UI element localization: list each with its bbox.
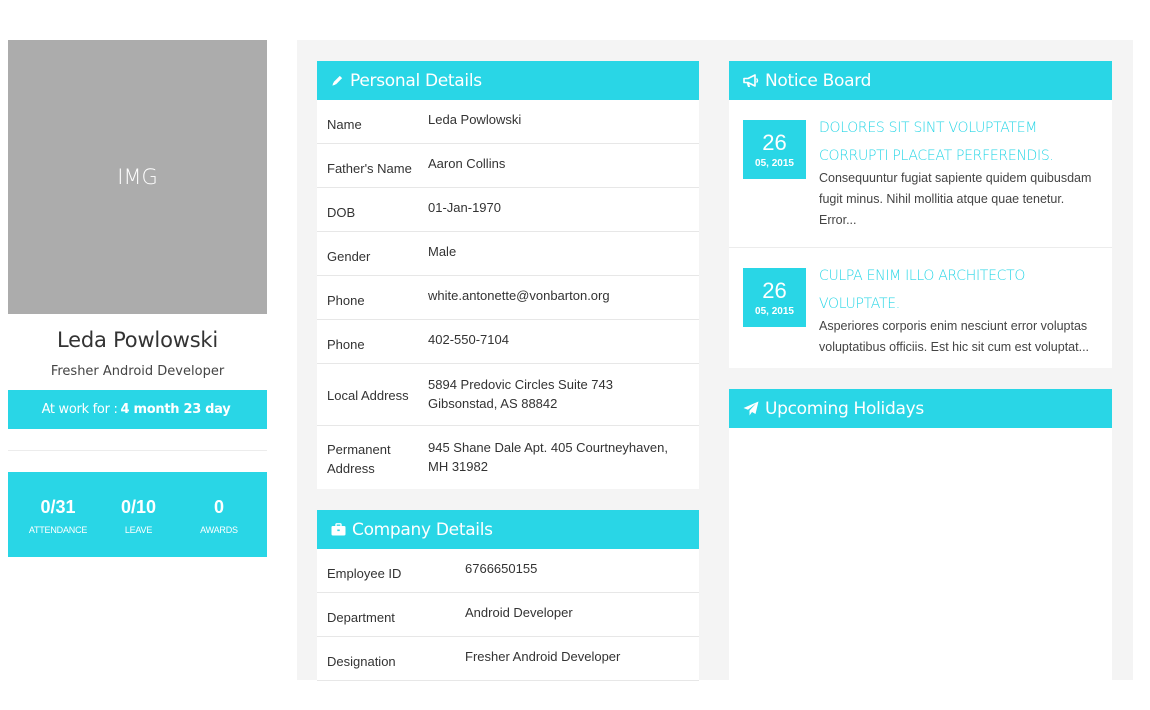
detail-key: Permanent Address <box>327 442 391 476</box>
notice-title-link[interactable]: CULPA ENIM ILLO ARCHITECTO VOLUPTATE. <box>819 262 1098 318</box>
stat-value: 0/31 <box>40 497 76 517</box>
briefcase-icon <box>331 523 346 536</box>
megaphone-icon <box>743 73 759 87</box>
notice-content: CULPA ENIM ILLO ARCHITECTO VOLUPTATE. As… <box>819 268 1098 358</box>
notice-item[interactable]: 26 05, 2015 CULPA ENIM ILLO ARCHITECTO V… <box>729 248 1112 358</box>
stat-value: 0 <box>213 497 224 517</box>
notice-date-badge: 26 05, 2015 <box>743 268 806 327</box>
pencil-icon <box>332 75 343 86</box>
panel-title: Upcoming Holidays <box>765 398 924 419</box>
detail-row: Father's Name Aaron Collins <box>317 144 699 188</box>
detail-row: Department Android Developer <box>317 593 699 637</box>
notice-content: DOLORES SIT SINT VOLUPTATEM CORRUPTI PLA… <box>819 120 1098 247</box>
notice-day: 26 <box>762 277 787 303</box>
detail-key: Gender <box>327 249 371 264</box>
notice-day: 26 <box>762 129 787 155</box>
detail-value: 6766650155 <box>465 561 538 576</box>
detail-row: Phone white.antonette@vonbarton.org <box>317 276 699 320</box>
detail-key: Employee ID <box>327 566 402 581</box>
profile-role: Fresher Android Developer <box>50 364 225 379</box>
company-details-header: Company Details <box>317 510 699 549</box>
detail-row: Employee ID 6766650155 <box>317 549 699 593</box>
detail-value: Fresher Android Developer <box>465 649 621 664</box>
work-duration-label: At work for : <box>41 402 118 417</box>
stat-label: ATTENDANCE <box>28 525 88 535</box>
detail-key: Department <box>327 610 395 625</box>
upcoming-holidays-panel: Upcoming Holidays <box>729 389 1112 689</box>
personal-details-header: Personal Details <box>317 61 699 100</box>
detail-value: 945 Shane Dale Apt. 405 Courtneyhaven, M… <box>428 440 668 474</box>
panel-title: Notice Board <box>765 70 872 91</box>
detail-row: Phone 402-550-7104 <box>317 320 699 364</box>
upcoming-holidays-header: Upcoming Holidays <box>729 389 1112 428</box>
stat-attendance[interactable]: 0/31 ATTENDANCE <box>28 472 88 557</box>
detail-value: 01-Jan-1970 <box>428 200 501 215</box>
notice-board-header: Notice Board <box>729 61 1112 100</box>
personal-details-panel: Personal Details Name Leda Powlowski Fat… <box>317 61 699 489</box>
stat-leave[interactable]: 0/10 LEAVE <box>109 472 169 557</box>
image-placeholder-text: IMG <box>117 165 158 189</box>
company-details-panel: Company Details Employee ID 6766650155 D… <box>317 510 699 710</box>
notice-title-link[interactable]: DOLORES SIT SINT VOLUPTATEM CORRUPTI PLA… <box>819 114 1098 170</box>
panel-title: Company Details <box>352 519 493 540</box>
paper-plane-icon <box>743 401 759 416</box>
detail-value: 402-550-7104 <box>428 332 509 347</box>
work-duration-bar: At work for : 4 month 23 day <box>8 390 267 429</box>
detail-value: Leda Powlowski <box>428 112 522 127</box>
detail-value: Android Developer <box>465 605 573 620</box>
stat-awards[interactable]: 0 AWARDS <box>189 472 249 557</box>
profile-name: Leda Powlowski <box>56 328 219 352</box>
detail-key: Designation <box>327 654 396 669</box>
stat-label: LEAVE <box>124 525 153 535</box>
detail-value: Male <box>428 244 457 259</box>
detail-key: Local Address <box>327 388 409 403</box>
stats-bar: 0/31 ATTENDANCE 0/10 LEAVE 0 AWARDS <box>8 472 267 557</box>
notice-month-year: 05, 2015 <box>755 157 794 169</box>
stat-label: AWARDS <box>200 525 238 535</box>
detail-key: Phone <box>327 293 365 308</box>
detail-row: Permanent Address 945 Shane Dale Apt. 40… <box>317 426 699 488</box>
panel-title: Personal Details <box>350 70 482 91</box>
detail-key: Phone <box>327 337 365 352</box>
detail-value: 5894 Predovic Circles Suite 743 Gibsonst… <box>428 376 613 411</box>
detail-value: white.antonette@vonbarton.org <box>428 288 610 303</box>
notice-text: Asperiores corporis enim nesciunt error … <box>819 319 1090 354</box>
stat-value: 0/10 <box>120 497 157 517</box>
detail-value: Aaron Collins <box>428 156 506 171</box>
work-duration-value: 4 month 23 day <box>120 402 231 417</box>
profile-card: IMG Leda Powlowski Fresher Android Devel… <box>8 40 267 557</box>
notice-board-panel: Notice Board 26 05, 2015 DOLORES SIT SIN… <box>729 61 1112 368</box>
detail-key: Name <box>327 117 362 132</box>
detail-key: Father's Name <box>327 161 412 176</box>
divider <box>8 450 267 451</box>
notice-text: Consequuntur fugiat sapiente quidem quib… <box>819 171 1092 227</box>
detail-row: Local Address 5894 Predovic Circles Suit… <box>317 364 699 426</box>
notice-date-badge: 26 05, 2015 <box>743 120 806 179</box>
detail-row: Designation Fresher Android Developer <box>317 637 699 681</box>
notice-list[interactable]: 26 05, 2015 DOLORES SIT SINT VOLUPTATEM … <box>729 100 1112 368</box>
notice-month-year: 05, 2015 <box>755 305 794 317</box>
main-content: Personal Details Name Leda Powlowski Fat… <box>297 40 1133 710</box>
detail-row: Gender Male <box>317 232 699 276</box>
profile-image: IMG <box>8 40 267 314</box>
detail-row: Name Leda Powlowski <box>317 100 699 144</box>
detail-row: DOB 01-Jan-1970 <box>317 188 699 232</box>
notice-item[interactable]: 26 05, 2015 DOLORES SIT SINT VOLUPTATEM … <box>729 100 1112 248</box>
detail-key: DOB <box>327 205 356 220</box>
